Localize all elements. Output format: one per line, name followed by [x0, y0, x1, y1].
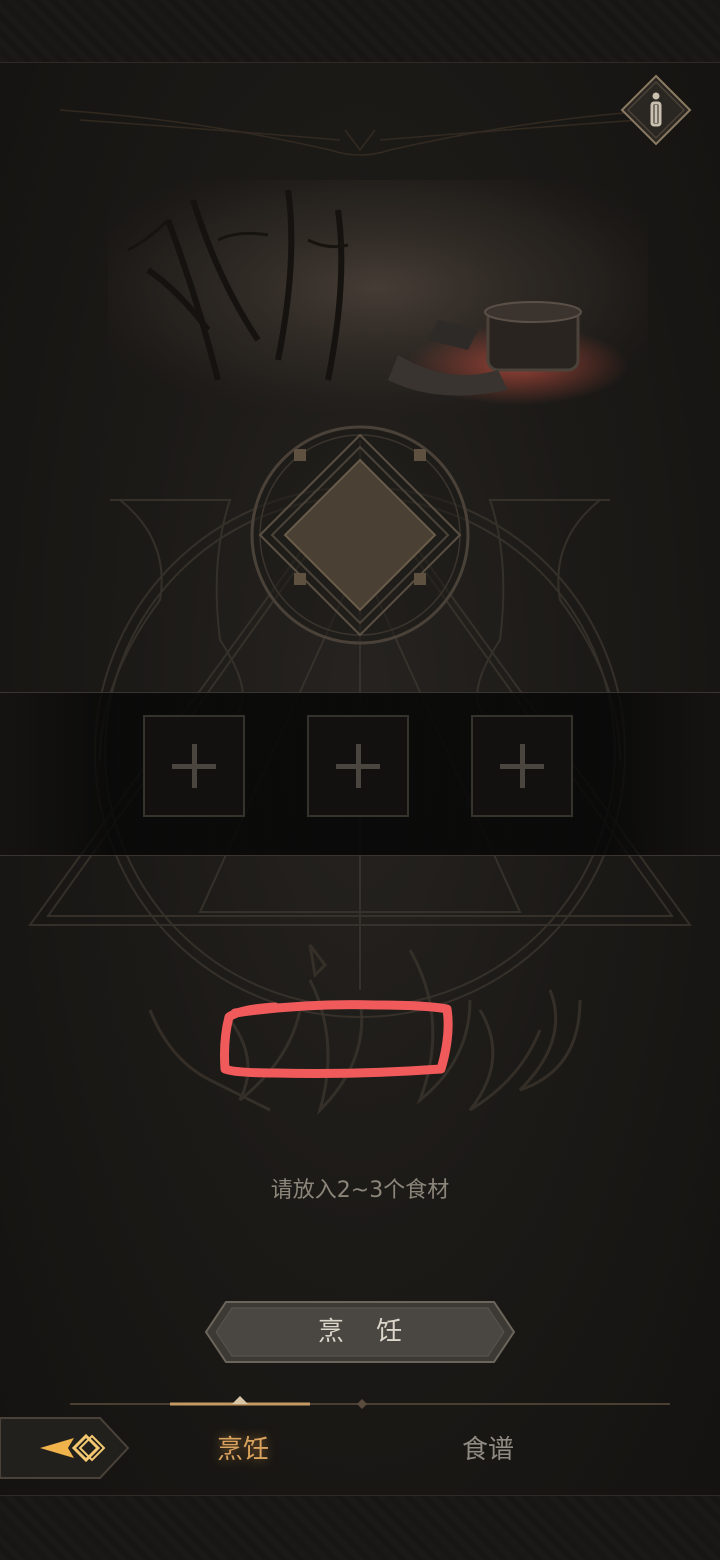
info-button[interactable] — [620, 74, 692, 146]
info-icon — [650, 92, 662, 127]
tab-recipe[interactable]: 食谱 — [408, 1420, 568, 1480]
plus-icon — [172, 744, 216, 788]
ingredient-slot-2[interactable] — [307, 715, 409, 817]
ingredient-strip — [0, 692, 720, 856]
cooking-result-slot — [250, 425, 470, 645]
back-button[interactable] — [0, 1412, 132, 1484]
plus-icon — [336, 744, 380, 788]
tab-cook[interactable]: 烹饪 — [163, 1420, 323, 1480]
cook-button[interactable]: 烹 饪 — [204, 1300, 516, 1364]
plus-icon — [500, 744, 544, 788]
bottom-frame-border — [0, 1495, 720, 1560]
annotation-highlight — [220, 1000, 453, 1078]
cooking-screen: 请放入2~3个食材 烹 饪 烹饪 食谱 — [0, 0, 720, 1560]
ingredient-slot-3[interactable] — [471, 715, 573, 817]
tab-divider — [70, 1396, 670, 1409]
ingredient-slot-1[interactable] — [143, 715, 245, 817]
cook-button-label: 烹 饪 — [317, 1317, 415, 1347]
ingredient-hint: 请放入2~3个食材 — [270, 1178, 450, 1203]
